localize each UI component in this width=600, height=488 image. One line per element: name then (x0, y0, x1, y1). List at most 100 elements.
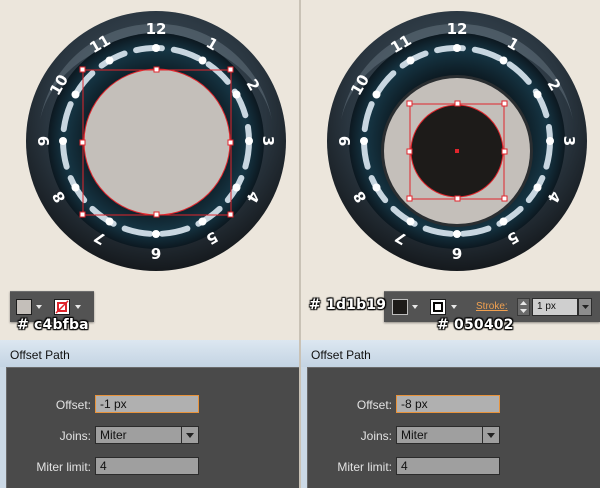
artboard-canvas: 1 2 3 4 5 6 7 8 9 10 11 12 (0, 0, 299, 340)
dial-dot (105, 56, 114, 65)
chevron-down-icon (487, 433, 495, 438)
dial-dot (71, 183, 80, 192)
stroke-dropdown[interactable] (450, 299, 458, 315)
joins-value: Miter (401, 428, 428, 442)
stroke-weight-dropdown[interactable] (578, 298, 592, 316)
dial-number: 3 (259, 136, 277, 146)
dial-number: 6 (452, 244, 462, 262)
miter-limit-input[interactable]: 4 (396, 457, 500, 475)
dial-number: 6 (151, 244, 161, 262)
resize-handle[interactable] (454, 195, 461, 202)
stroke-swatch[interactable] (430, 299, 446, 315)
dial-dot (372, 183, 381, 192)
offset-input[interactable]: -8 px (396, 395, 500, 413)
resize-handle[interactable] (454, 100, 461, 107)
dial-dot (198, 217, 207, 226)
dial-dot (198, 56, 207, 65)
joins-label: Joins: (360, 429, 392, 443)
dial-number: 12 (146, 20, 167, 38)
miter-limit-label: Miter limit: (337, 460, 392, 474)
resize-handle[interactable] (501, 195, 508, 202)
dial-dot (245, 137, 253, 145)
dial-dot (533, 90, 542, 99)
center-point (455, 149, 459, 153)
resize-handle[interactable] (153, 211, 160, 218)
offset-label: Offset: (55, 398, 91, 412)
dial-dot (232, 90, 241, 99)
joins-select[interactable]: Miter (396, 426, 500, 444)
stepper-arrows-icon (520, 301, 527, 313)
chevron-down-icon (75, 305, 81, 309)
fill-hex-label: # c4bfba (17, 317, 89, 333)
dial-dot (232, 183, 241, 192)
resize-handle[interactable] (227, 139, 234, 146)
dial-dot (406, 217, 415, 226)
stroke-weight-stepper[interactable] (517, 298, 530, 316)
dial-dot (360, 137, 368, 145)
dialog-body: Offset: -8 px Joins: Miter Miter limit: … (307, 367, 600, 488)
offset-input[interactable]: -1 px (95, 395, 199, 413)
dial-dot (453, 230, 461, 238)
dial-dot (453, 44, 461, 52)
resize-handle[interactable] (406, 148, 413, 155)
stroke-hex-label: # 050402 (437, 317, 514, 333)
stroke-dropdown[interactable] (74, 299, 82, 315)
left-step-panel: 1 2 3 4 5 6 7 8 9 10 11 12 # c4bfba Offs… (0, 0, 299, 488)
dial-artwork: 123456789101112 (327, 11, 587, 271)
chevron-down-icon (451, 305, 457, 309)
inner-disc (83, 68, 231, 216)
dial-dot (105, 217, 114, 226)
dial-dot (499, 56, 508, 65)
right-step-panel: 1 2 3 4 5 6 7 8 9 10 11 12 Stroke: 1 px … (301, 0, 600, 488)
resize-handle[interactable] (153, 66, 160, 73)
miter-limit-label: Miter limit: (36, 460, 91, 474)
dial-number: 9 (336, 136, 354, 146)
resize-handle[interactable] (79, 139, 86, 146)
stroke-weight-field[interactable]: 1 px (532, 298, 578, 316)
dial-dot (152, 230, 160, 238)
resize-handle[interactable] (227, 66, 234, 73)
resize-handle[interactable] (79, 211, 86, 218)
joins-select[interactable]: Miter (95, 426, 199, 444)
fill-dropdown[interactable] (35, 299, 43, 315)
miter-limit-input[interactable]: 4 (95, 457, 199, 475)
chevron-down-icon (186, 433, 194, 438)
fill-swatch[interactable] (392, 299, 408, 315)
dial-dot (152, 44, 160, 52)
no-stroke-icon (55, 300, 69, 314)
dial-dot (71, 90, 80, 99)
stroke-swatch[interactable] (54, 299, 70, 315)
offset-path-dialog: Offset Path Offset: -8 px Joins: Miter M… (301, 340, 600, 488)
dial-dot (406, 56, 415, 65)
fill-swatch[interactable] (16, 299, 32, 315)
dialog-title-bar[interactable]: Offset Path (0, 340, 299, 367)
resize-handle[interactable] (79, 66, 86, 73)
resize-handle[interactable] (501, 100, 508, 107)
dial-dot (533, 183, 542, 192)
offset-path-dialog: Offset Path Offset: -1 px Joins: Miter M… (0, 340, 299, 488)
resize-handle[interactable] (406, 100, 413, 107)
dial-number: 9 (35, 136, 53, 146)
dial-dot (499, 217, 508, 226)
dial-number: 12 (447, 20, 468, 38)
dialog-title: Offset Path (10, 348, 70, 362)
resize-handle[interactable] (406, 195, 413, 202)
stroke-square-icon (433, 302, 443, 312)
dial-number: 3 (560, 136, 578, 146)
dial-dot (372, 90, 381, 99)
dialog-title-bar[interactable]: Offset Path (301, 340, 600, 367)
joins-value: Miter (100, 428, 127, 442)
select-arrow (482, 427, 499, 443)
dial-dot (546, 137, 554, 145)
joins-label: Joins: (59, 429, 91, 443)
dial-dot (59, 137, 67, 145)
resize-handle[interactable] (227, 211, 234, 218)
chevron-down-icon (36, 305, 42, 309)
dialog-title: Offset Path (311, 348, 371, 362)
stroke-label[interactable]: Stroke: (476, 301, 508, 312)
fill-dropdown[interactable] (411, 299, 419, 315)
resize-handle[interactable] (501, 148, 508, 155)
fill-hex-label: # 1d1b19 (309, 297, 387, 313)
dial-artwork: 123456789101112 (26, 11, 286, 271)
chevron-down-icon (582, 305, 589, 309)
